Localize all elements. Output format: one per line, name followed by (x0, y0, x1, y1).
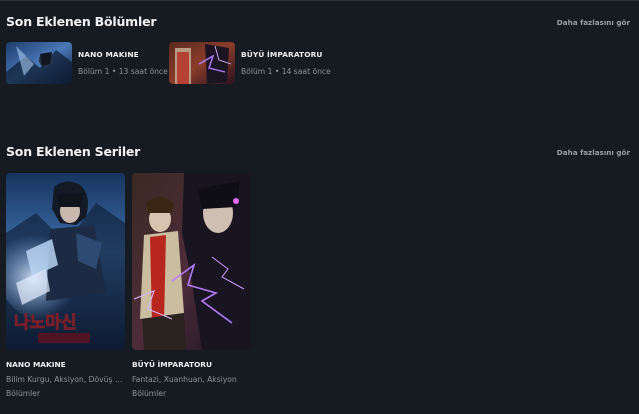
series-title[interactable]: BÜYÜ İMPARATORU (132, 360, 251, 369)
series-card-nano-makine[interactable]: 나노마신 NANO MAKINE Bilim Kurgu, Aksiyon, D… (6, 173, 125, 398)
series-title[interactable]: NANO MAKINE (6, 360, 125, 369)
episode-series-name[interactable]: BÜYÜ İMPARATORU (241, 50, 331, 59)
episode-card-buyu-imparatoru[interactable]: BÜYÜ İMPARATORU Bölüm 1 • 14 saat önce (169, 42, 331, 84)
series-chapters-link[interactable]: Bölümler (132, 389, 251, 398)
episode-series-name[interactable]: NANO MAKINE (78, 50, 168, 59)
series-cover[interactable]: 나노마신 (6, 173, 125, 350)
series-card-buyu-imparatoru[interactable]: BÜYÜ İMPARATORU Fantazi, Xuanhuan, Aksiy… (132, 173, 251, 398)
episode-card-nano-makine[interactable]: NANO MAKINE Bölüm 1 • 13 saat önce (6, 42, 168, 84)
episode-meta: Bölüm 1 • 13 saat önce (78, 67, 168, 76)
series-genres: Fantazi, Xuanhuan, Aksiyon (132, 375, 237, 384)
recent-episodes-see-more-link[interactable]: Daha fazlasını gör (557, 18, 630, 27)
episode-thumbnail[interactable] (169, 42, 235, 84)
series-cover[interactable] (132, 173, 251, 350)
recent-series-title: Son Eklenen Seriler (6, 144, 141, 159)
episode-thumbnail[interactable] (6, 42, 72, 84)
recent-episodes-title: Son Eklenen Bölümler (6, 14, 157, 29)
series-chapters-link[interactable]: Bölümler (6, 389, 125, 398)
recent-series-see-more-link[interactable]: Daha fazlasını gör (557, 148, 630, 157)
top-divider (0, 0, 639, 1)
episode-meta: Bölüm 1 • 14 saat önce (241, 67, 331, 76)
cover-logo-text: 나노마신 (14, 313, 77, 333)
series-genres: Bilim Kurgu, Aksiyon, Dövüş Sanatları (6, 375, 125, 384)
